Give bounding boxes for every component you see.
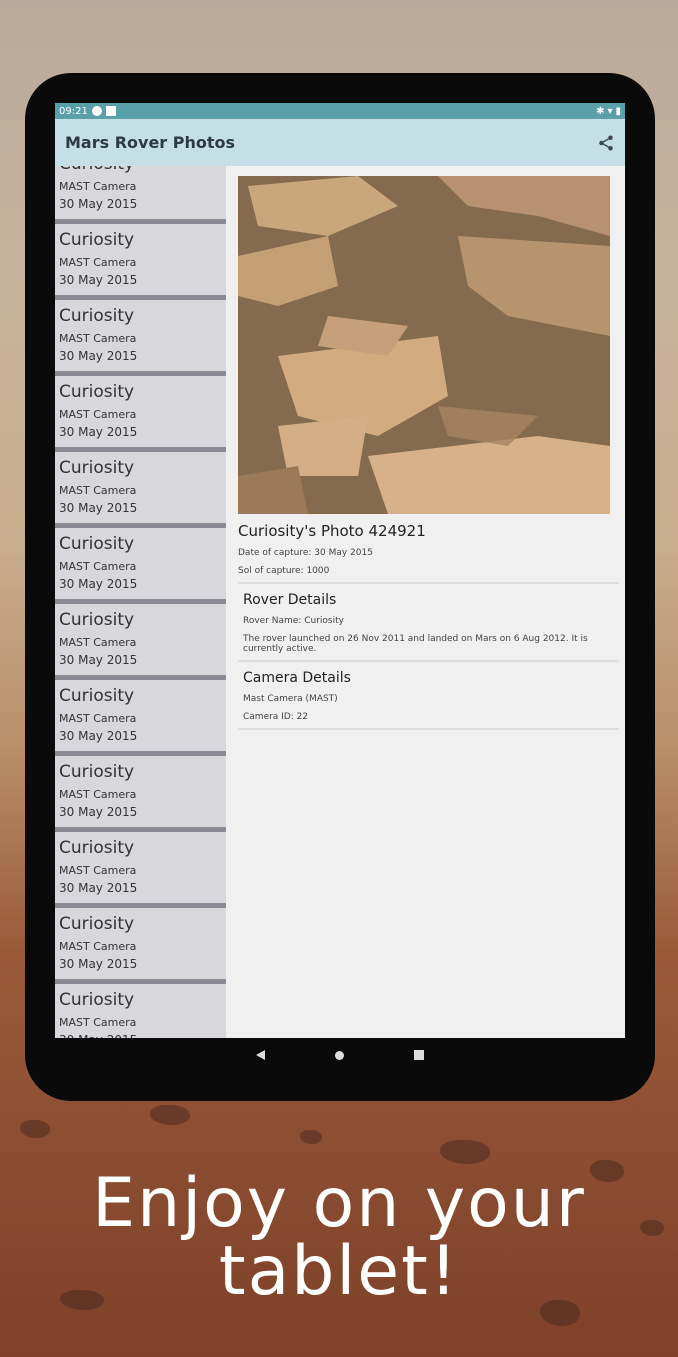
list-item-rover-name: Curiosity [59, 458, 135, 478]
status-bar: 09:21 ✱ ▾ ▮ [55, 103, 625, 119]
app-title: Mars Rover Photos [65, 133, 236, 152]
list-item[interactable]: Curiosity MAST Camera 30 May 2015 [55, 984, 226, 1038]
list-item-date: 30 May 2015 [59, 501, 138, 515]
list-item-camera: MAST Camera [59, 788, 137, 801]
list-item-date: 30 May 2015 [59, 349, 138, 363]
photo-detail-panel: Curiosity's Photo 424921 Date of capture… [226, 166, 625, 1038]
rover-name: Rover Name: Curiosity [243, 616, 344, 626]
list-item[interactable]: Curiosity MAST Camera 30 May 2015 [55, 908, 226, 984]
list-item[interactable]: Curiosity MAST Camera 30 May 2015 [55, 224, 226, 300]
mars-photo [238, 176, 610, 514]
list-item-rover-name: Curiosity [59, 610, 135, 630]
list-item-date: 30 May 2015 [59, 881, 138, 895]
list-item-date: 30 May 2015 [59, 425, 138, 439]
date-of-capture: Date of capture: 30 May 2015 [238, 548, 373, 558]
list-item-camera: MAST Camera [59, 180, 137, 193]
list-item-rover-name: Curiosity [59, 534, 135, 554]
list-item-rover-name: Curiosity [59, 686, 135, 706]
caption-line-2: tablet! [218, 1232, 460, 1311]
notification-icon [105, 106, 116, 116]
list-item-date: 30 May 2015 [59, 653, 138, 667]
rover-details-section: Rover Details Rover Name: Curiosity The … [238, 584, 619, 662]
camera-id: Camera ID: 22 [243, 712, 309, 722]
terrain-rock [20, 1120, 50, 1138]
app-screen: 09:21 ✱ ▾ ▮ Mars Rover Photos Curiosity M… [55, 103, 625, 1038]
promo-caption: Enjoy on your tablet! [0, 1170, 678, 1306]
list-item[interactable]: Curiosity MAST Camera 30 May 2015 [55, 832, 226, 908]
list-item-camera: MAST Camera [59, 560, 137, 573]
terrain-rock [300, 1130, 322, 1144]
caption-line-1: Enjoy on your [92, 1164, 586, 1243]
list-item-date: 30 May 2015 [59, 729, 138, 743]
list-item[interactable]: Curiosity MAST Camera 30 May 2015 [55, 528, 226, 604]
recents-icon[interactable] [414, 1050, 424, 1060]
list-item-date: 30 May 2015 [59, 197, 138, 211]
list-item-camera: MAST Camera [59, 636, 137, 649]
rover-description: The rover launched on 26 Nov 2011 and la… [243, 634, 588, 654]
home-icon[interactable] [335, 1050, 344, 1060]
list-item[interactable]: Curiosity MAST Camera 30 May 2015 [55, 300, 226, 376]
list-item-rover-name: Curiosity [59, 166, 226, 174]
list-item-camera: MAST Camera [59, 864, 137, 877]
camera-details-section: Camera Details Mast Camera (MAST) Camera… [238, 662, 619, 730]
list-item-date: 30 May 2015 [59, 577, 138, 591]
sol-of-capture: Sol of capture: 1000 [238, 566, 330, 576]
app-bar: Mars Rover Photos [55, 119, 625, 166]
status-time: 09:21 [59, 105, 88, 117]
list-item-rover-name: Curiosity [59, 838, 135, 858]
list-item-camera: MAST Camera [59, 940, 137, 953]
share-icon[interactable] [597, 134, 615, 152]
list-item-rover-name: Curiosity [59, 762, 135, 782]
terrain-rock [150, 1105, 190, 1125]
list-item-date: 30 May 2015 [59, 273, 138, 287]
list-item-rover-name: Curiosity [59, 306, 135, 326]
list-item-date: 30 May 2015 [59, 1033, 226, 1038]
notification-icon [91, 106, 102, 116]
list-item-rover-name: Curiosity [59, 914, 135, 934]
list-item-camera: MAST Camera [59, 408, 137, 421]
list-item-camera: MAST Camera [59, 332, 137, 345]
list-item-camera: MAST Camera [59, 1016, 137, 1029]
list-item-camera: MAST Camera [59, 484, 137, 497]
bluetooth-icon: ✱ [596, 105, 605, 117]
rover-details-title: Rover Details [243, 592, 337, 608]
list-item-camera: MAST Camera [59, 712, 137, 725]
camera-details-title: Camera Details [243, 670, 351, 686]
list-item-rover-name: Curiosity [59, 990, 135, 1010]
list-item-camera: MAST Camera [59, 256, 137, 269]
list-item-date: 30 May 2015 [59, 957, 138, 971]
list-item[interactable]: Curiosity MAST Camera 30 May 2015 [55, 680, 226, 756]
system-nav-bar [55, 1040, 625, 1070]
list-item[interactable]: Curiosity MAST Camera 30 May 2015 [55, 166, 226, 224]
back-icon[interactable] [256, 1050, 265, 1060]
photo-title: Curiosity's Photo 424921 [238, 522, 426, 540]
list-item-rover-name: Curiosity [59, 230, 135, 250]
list-item-rover-name: Curiosity [59, 382, 135, 402]
list-item[interactable]: Curiosity MAST Camera 30 May 2015 [55, 604, 226, 680]
list-item[interactable]: Curiosity MAST Camera 30 May 2015 [55, 756, 226, 832]
battery-icon: ▮ [615, 105, 621, 117]
photo-list[interactable]: CuriosityMAST Camera30 May 2015Curiosity… [55, 166, 226, 1038]
camera-name: Mast Camera (MAST) [243, 694, 338, 704]
list-item-date: 30 May 2015 [59, 805, 138, 819]
list-item[interactable]: Curiosity MAST Camera 30 May 2015 [55, 376, 226, 452]
wifi-icon: ▾ [607, 105, 613, 117]
list-item[interactable]: Curiosity MAST Camera 30 May 2015 [55, 452, 226, 528]
terrain-rock [440, 1140, 490, 1164]
photo-card: Curiosity's Photo 424921 Date of capture… [238, 176, 619, 584]
